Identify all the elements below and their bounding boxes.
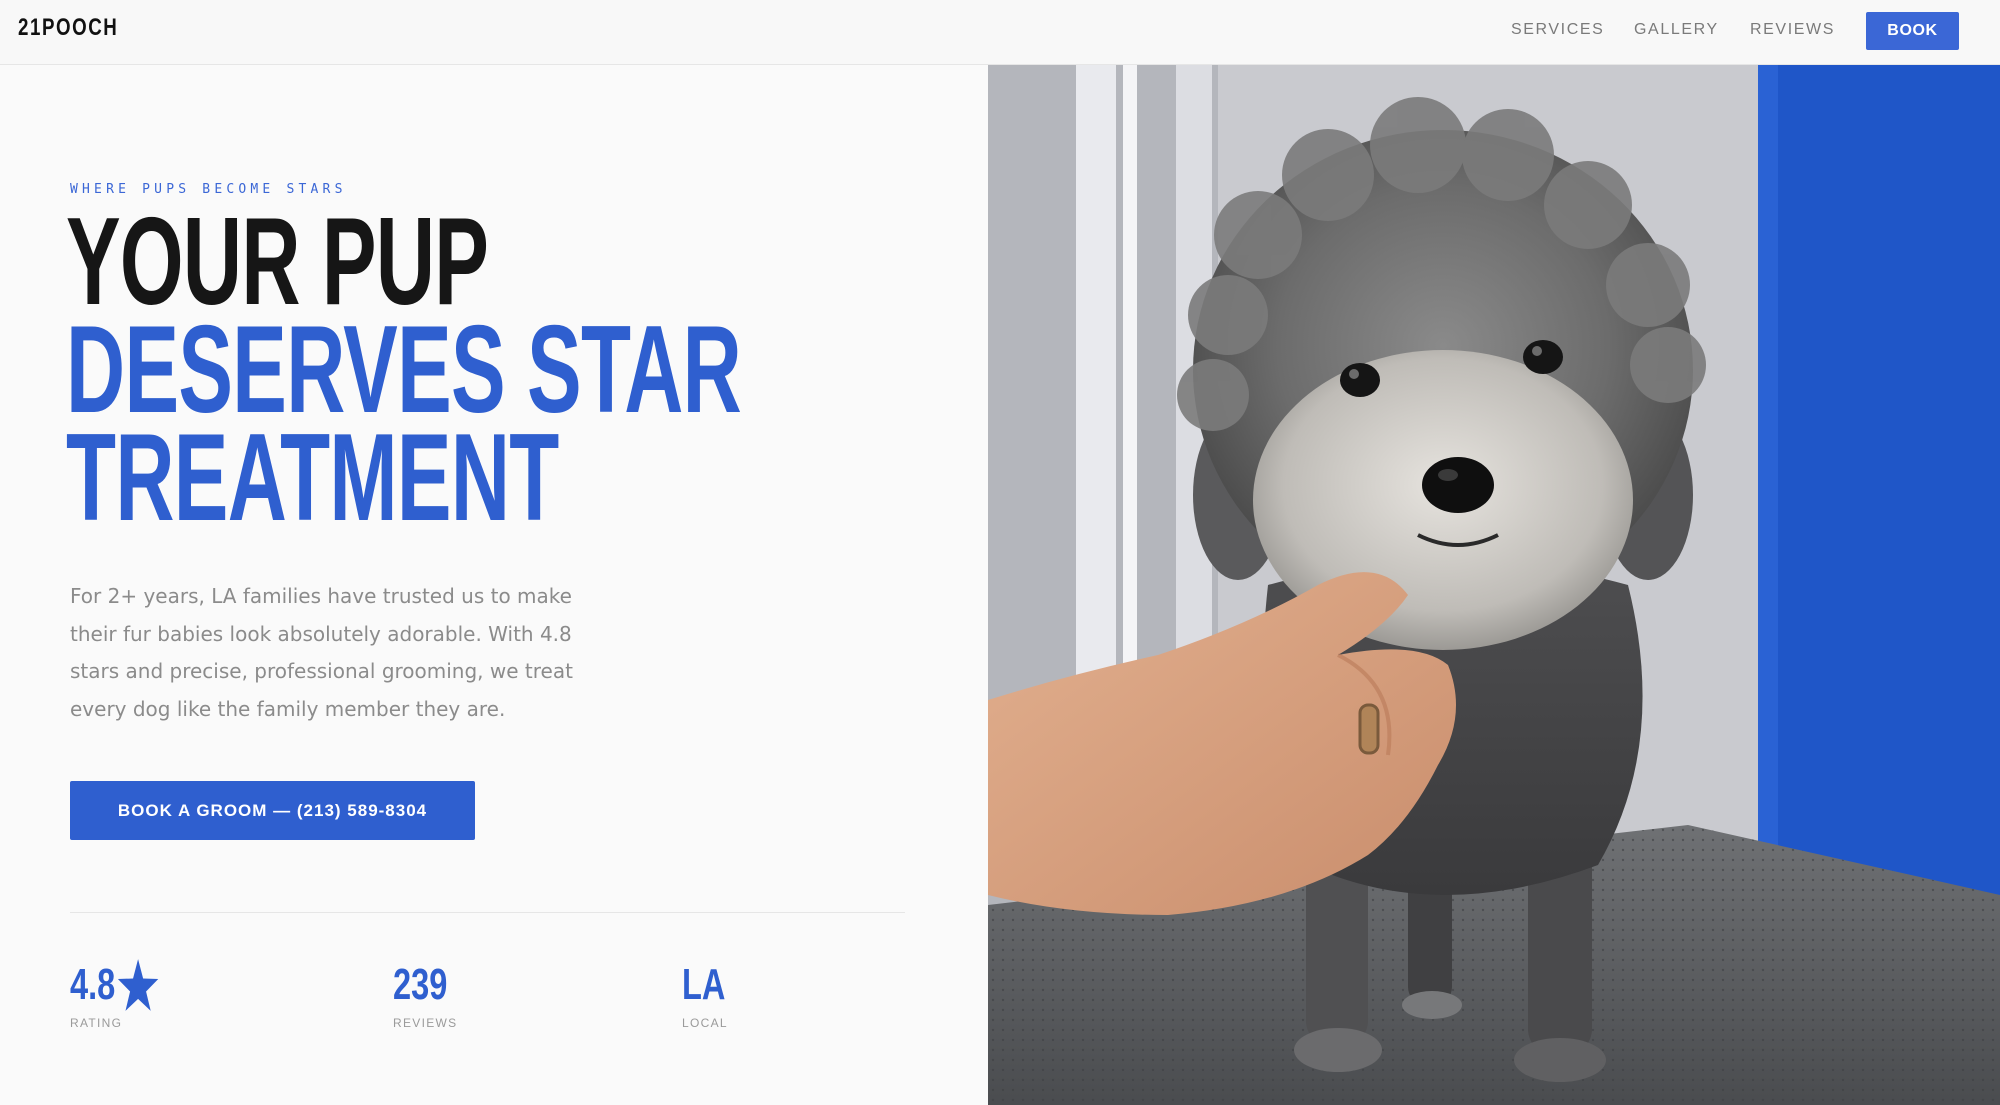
- nav-link-reviews[interactable]: REVIEWS: [1750, 21, 1835, 39]
- hero-dog-photo: [988, 65, 2000, 1105]
- nav-links: SERVICES GALLERY REVIEWS: [0, 0, 2000, 65]
- book-button[interactable]: BOOK: [1866, 12, 1959, 50]
- headline-line-3: TREATMENT: [66, 409, 559, 547]
- book-groom-button[interactable]: BOOK A GROOM — (213) 589-8304: [70, 781, 475, 840]
- stat-reviews-value: 239: [393, 960, 448, 1009]
- stat-rating-label: RATING: [70, 1016, 123, 1030]
- stat-local-value: LA: [682, 960, 726, 1009]
- top-navigation: 21POOCH SERVICES GALLERY REVIEWS BOOK: [0, 0, 2000, 65]
- stat-local-label: LOCAL: [682, 1016, 728, 1030]
- nav-link-services[interactable]: SERVICES: [1511, 21, 1604, 39]
- groomed-poodle-photo: [988, 65, 2000, 1105]
- stat-local: LA LOCAL: [682, 958, 741, 1030]
- divider: [70, 912, 905, 913]
- stat-reviews: 239 REVIEWS: [393, 958, 466, 1030]
- nav-link-gallery[interactable]: GALLERY: [1634, 21, 1719, 39]
- headline-line-1: YOUR PUP: [66, 193, 489, 331]
- stat-rating-value: 4.8: [70, 960, 116, 1009]
- headline-line-2: DESERVES STAR: [66, 301, 742, 439]
- hero-description: For 2+ years, LA families have trusted u…: [70, 584, 573, 721]
- stat-rating: 4.8 RATING: [70, 958, 191, 1030]
- hero-headline: YOUR PUP DESERVES STAR TREATMENT: [66, 193, 742, 547]
- star-icon: [118, 959, 159, 1011]
- stat-reviews-label: REVIEWS: [393, 1016, 458, 1030]
